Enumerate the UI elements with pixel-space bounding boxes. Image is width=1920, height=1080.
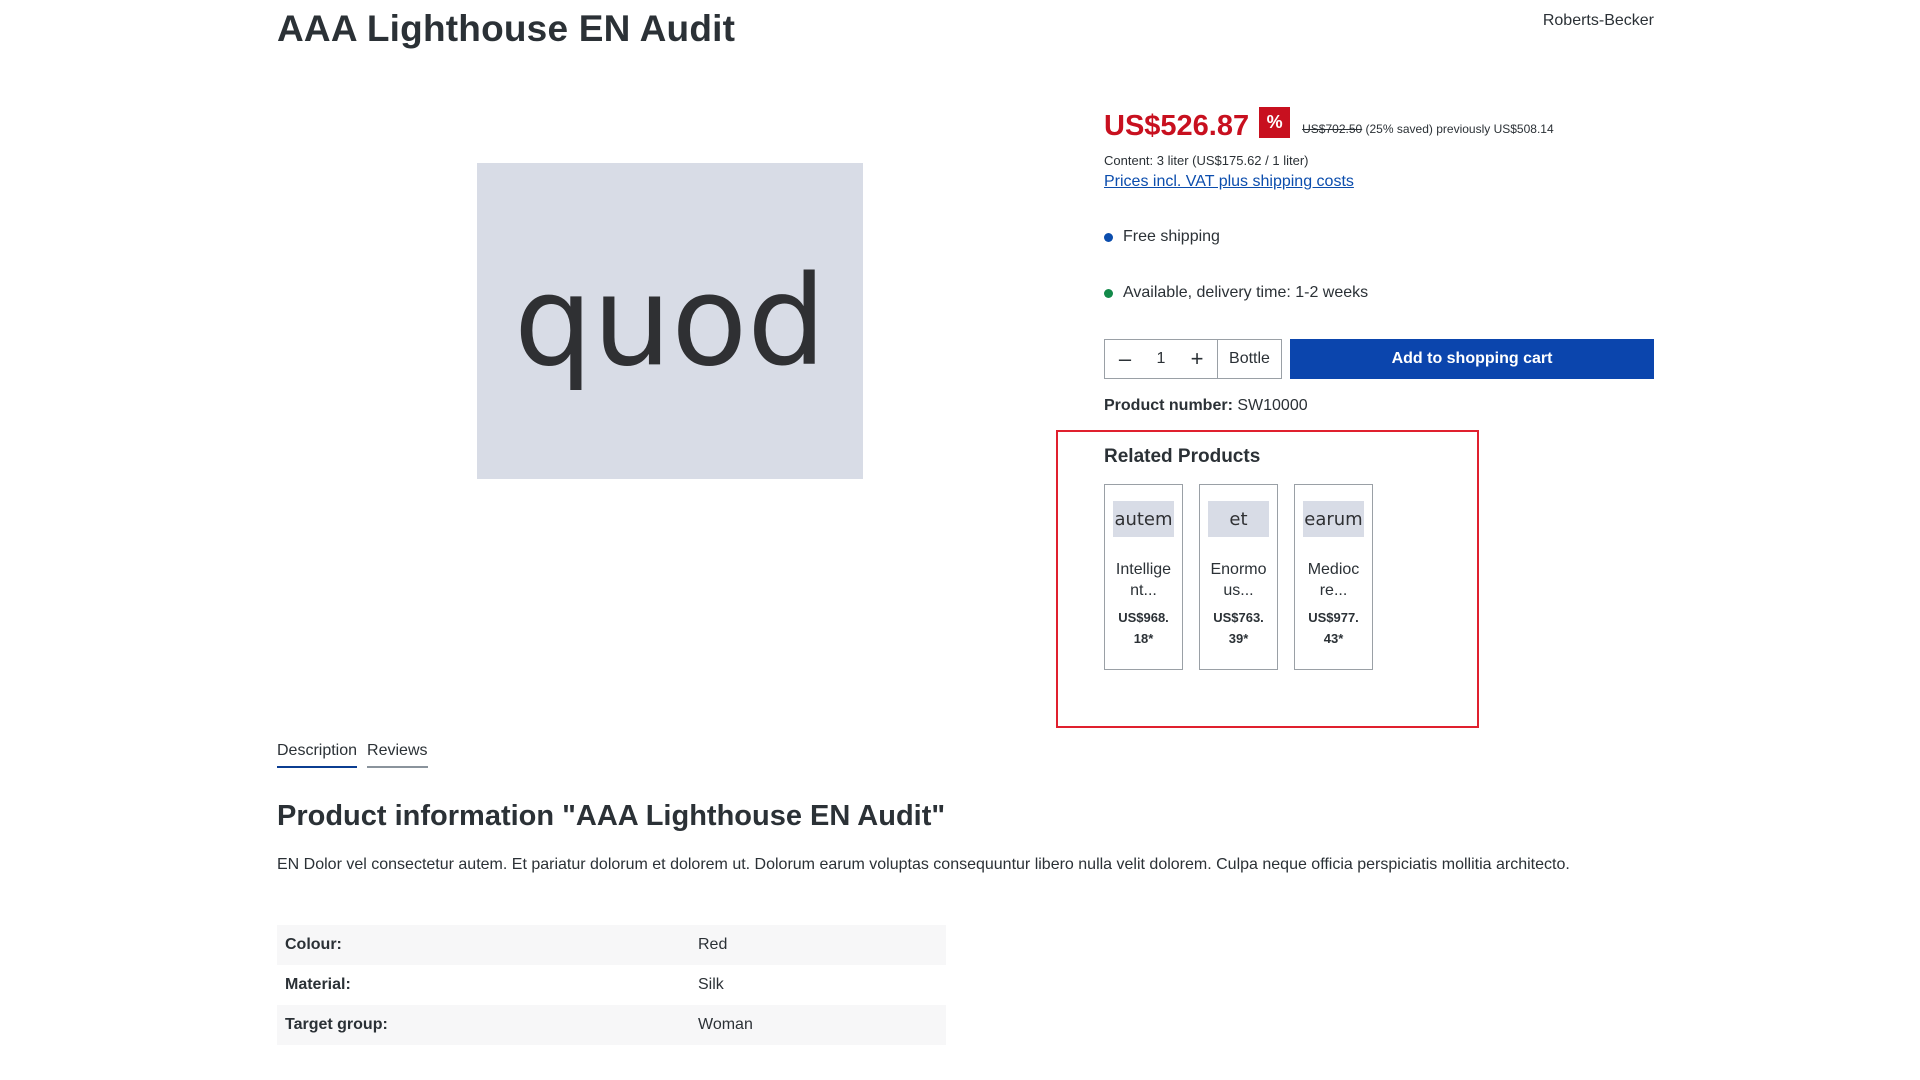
related-product-image[interactable]: et bbox=[1208, 501, 1269, 537]
tab-description[interactable]: Description bbox=[277, 742, 358, 768]
tab-reviews[interactable]: Reviews bbox=[367, 742, 428, 768]
product-description: EN Dolor vel consectetur autem. Et paria… bbox=[277, 856, 1570, 873]
related-product-price: US$763. 39* bbox=[1213, 610, 1264, 646]
related-product-name[interactable]: Intellige nt... bbox=[1109, 559, 1179, 601]
property-value: Red bbox=[698, 936, 728, 953]
table-row: Target group: Woman bbox=[277, 1005, 946, 1045]
product-detail-tabs: Description Reviews bbox=[277, 742, 428, 768]
buy-box: US$526.87 % US$702.50 (25% saved) previo… bbox=[1104, 104, 1656, 191]
related-product-image[interactable]: autem bbox=[1113, 501, 1174, 537]
product-image[interactable]: quod bbox=[477, 163, 863, 479]
related-products-title: Related Products bbox=[1104, 446, 1261, 467]
related-product-price: US$968. 18* bbox=[1118, 610, 1169, 646]
product-information-title: Product information "AAA Lighthouse EN A… bbox=[277, 800, 946, 832]
list-price: US$702.50 bbox=[1302, 122, 1363, 136]
product-number: Product number: SW10000 bbox=[1104, 397, 1308, 415]
manufacturer-link[interactable]: Roberts-Becker bbox=[1543, 12, 1654, 30]
property-value: Woman bbox=[698, 1016, 753, 1033]
plus-icon[interactable]: + bbox=[1177, 340, 1217, 378]
product-title: AAA Lighthouse EN Audit bbox=[277, 8, 736, 49]
property-key: Target group: bbox=[285, 1016, 388, 1033]
availability-text: Available, delivery time: 1-2 weeks bbox=[1123, 284, 1369, 301]
product-price: US$526.87 bbox=[1104, 109, 1250, 142]
discount-badge-icon: % bbox=[1259, 106, 1291, 138]
related-product-card[interactable]: earum Medioc re... US$977. 43* bbox=[1294, 484, 1373, 670]
table-row: Colour: Red bbox=[277, 925, 946, 965]
product-number-label: Product number: bbox=[1104, 397, 1233, 414]
related-products-list: autem Intellige nt... US$968. 18* et Eno… bbox=[1104, 484, 1373, 670]
quantity-unit: Bottle bbox=[1217, 340, 1281, 378]
quantity-input[interactable]: 1 bbox=[1145, 340, 1177, 378]
related-product-name[interactable]: Enormo us... bbox=[1204, 559, 1274, 601]
saved-percent: (25% saved) bbox=[1365, 122, 1433, 136]
quantity-stepper: – 1 + Bottle bbox=[1104, 339, 1282, 379]
buy-row: – 1 + Bottle Add to shopping cart bbox=[1104, 339, 1654, 379]
shipping-text: Free shipping bbox=[1123, 228, 1220, 245]
related-product-name[interactable]: Medioc re... bbox=[1299, 559, 1369, 601]
content-reference-price: Content: 3 liter (US$175.62 / 1 liter) bbox=[1104, 153, 1309, 168]
related-product-card[interactable]: et Enormo us... US$763. 39* bbox=[1199, 484, 1278, 670]
shipping-status: Free shipping bbox=[1104, 228, 1220, 246]
property-key: Material: bbox=[285, 976, 351, 993]
previous-price: previously US$508.14 bbox=[1436, 122, 1554, 136]
availability-status: Available, delivery time: 1-2 weeks bbox=[1104, 284, 1368, 302]
vat-shipping-link[interactable]: Prices incl. VAT plus shipping costs bbox=[1104, 173, 1354, 191]
related-products-section: Related Products autem Intellige nt... U… bbox=[1056, 430, 1479, 728]
product-number-value: SW10000 bbox=[1237, 397, 1308, 414]
property-key: Colour: bbox=[285, 936, 342, 953]
related-product-image[interactable]: earum bbox=[1303, 501, 1364, 537]
shipping-dot-icon bbox=[1104, 232, 1113, 242]
list-price-info: US$702.50 (25% saved) previously US$508.… bbox=[1302, 122, 1554, 136]
minus-icon[interactable]: – bbox=[1105, 340, 1145, 378]
related-product-card[interactable]: autem Intellige nt... US$968. 18* bbox=[1104, 484, 1183, 670]
product-image-placeholder-text: quod bbox=[514, 250, 826, 394]
related-product-price: US$977. 43* bbox=[1308, 610, 1359, 646]
property-value: Silk bbox=[698, 976, 724, 993]
price-row: US$526.87 % US$702.50 (25% saved) previo… bbox=[1104, 104, 1656, 148]
availability-dot-icon bbox=[1104, 288, 1113, 298]
product-properties-table: Colour: Red Material: Silk Target group:… bbox=[277, 925, 946, 1045]
add-to-cart-button[interactable]: Add to shopping cart bbox=[1290, 339, 1654, 379]
table-row: Material: Silk bbox=[277, 965, 946, 1005]
